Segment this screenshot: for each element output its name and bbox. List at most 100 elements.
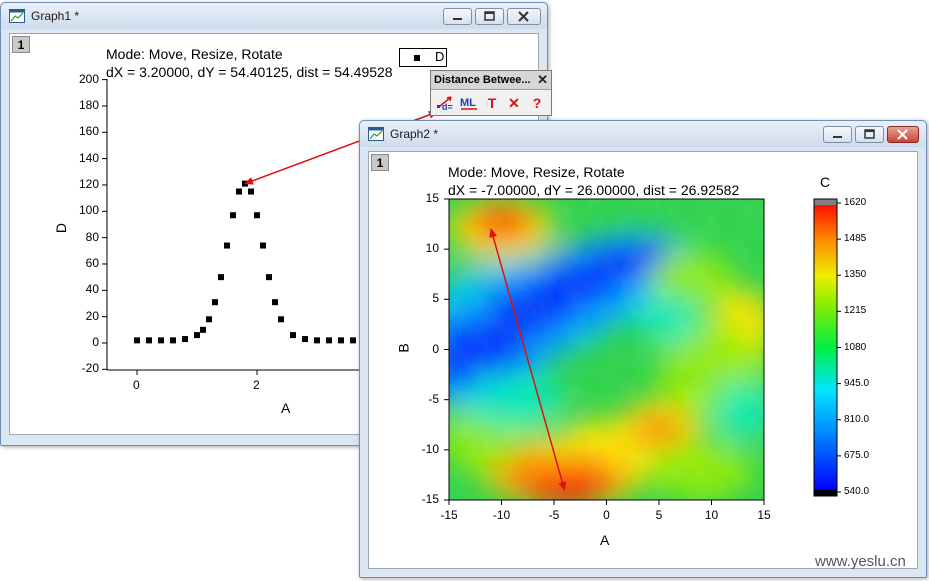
restore-icon: [864, 129, 875, 139]
graph1-restore-button[interactable]: [475, 8, 504, 25]
data-point: [134, 337, 140, 344]
ml-text: ML: [460, 97, 476, 109]
colorbar-tick-label: 810.0: [844, 413, 870, 425]
graph2-title: Graph2 *: [390, 127, 439, 141]
data-point: [326, 337, 332, 344]
heatmap-surface: [449, 199, 764, 500]
graph1-y-tick-label: 100: [78, 203, 99, 218]
colorbar-tick-label: 540.0: [844, 486, 870, 497]
colorbar-title: C: [820, 174, 831, 190]
help-tool-button[interactable]: ?: [526, 93, 548, 113]
data-point: [146, 337, 152, 344]
colorbar-tick-label: 675.0: [844, 449, 870, 461]
minimize-icon: [833, 136, 842, 138]
data-point: [200, 326, 206, 333]
toolbar-close-icon[interactable]: ✕: [537, 72, 548, 88]
data-point: [260, 242, 266, 249]
data-point: [194, 332, 200, 339]
data-point: [230, 212, 236, 219]
graph1-y-tick-label: 140: [78, 150, 99, 165]
graph1-y-tick-label: 60: [85, 255, 99, 270]
watermark: www.yeslu.cn: [815, 553, 906, 570]
ml-icon: ML: [460, 97, 477, 110]
graph1-close-button[interactable]: [507, 8, 541, 25]
data-point: [182, 336, 188, 343]
data-point: [170, 337, 176, 344]
graph1-y-axis-title: D: [53, 222, 70, 234]
graph1-title: Graph1 *: [31, 9, 80, 23]
colorbar-tick-label: 945.0: [844, 377, 870, 389]
graph2-close-button[interactable]: [887, 126, 919, 143]
close-icon: [897, 129, 908, 140]
graph2-restore-button[interactable]: [855, 126, 884, 143]
data-point: [254, 212, 260, 219]
restore-icon: [484, 11, 495, 21]
close-icon: [518, 11, 529, 22]
graph2-minimize-button[interactable]: [823, 126, 852, 143]
graph1-x-axis-title: A: [281, 400, 291, 416]
graph1-titlebar[interactable]: Graph1 *: [1, 3, 547, 29]
colorbar-tick-label: 1485: [844, 233, 867, 245]
graph-window-icon: [9, 9, 25, 23]
graph1-x-tick-label: 0: [133, 378, 140, 392]
data-point: [212, 299, 218, 306]
graph2-y-tick-label: 15: [425, 191, 439, 205]
data-point: [338, 337, 344, 344]
distance-toolbar-titlebar[interactable]: Distance Betwee... ✕: [431, 71, 551, 90]
graph-window-icon: [368, 127, 384, 141]
text-tool-button[interactable]: T: [481, 93, 503, 113]
distance-toolbar[interactable]: Distance Betwee... ✕ d= ML T ✕ ?: [430, 70, 552, 116]
data-point: [302, 336, 308, 343]
distance-toolbar-title: Distance Betwee...: [434, 74, 531, 86]
graph2-x-tick-label: 0: [603, 508, 610, 522]
colorbar-tick-label: 1350: [844, 269, 867, 281]
graph2-page[interactable]: 1 Mode: Move, Resize, Rotate dX = -7.000…: [368, 151, 918, 569]
svg-text:d=: d=: [442, 102, 453, 111]
data-point: [248, 188, 254, 195]
graph1-y-tick-label: -20: [81, 361, 99, 376]
colorbar-over-swatch: [814, 199, 837, 205]
data-point: [272, 299, 278, 306]
graph1-y-tick-label: 40: [85, 282, 99, 297]
colorbar-tick-label: 1080: [844, 341, 867, 353]
colorbar-tick-label: 1620: [844, 197, 867, 208]
graph1-y-tick-label: 0: [92, 335, 99, 349]
minimize-icon: [453, 18, 462, 20]
graph2-y-tick-label: -15: [421, 492, 439, 506]
graph2-titlebar[interactable]: Graph2 *: [360, 121, 926, 147]
graph1-x-tick-label: 2: [253, 378, 260, 392]
data-point: [278, 316, 284, 323]
data-point: [224, 242, 230, 249]
graph1-y-tick-label: 200: [78, 71, 99, 86]
data-point: [266, 274, 272, 281]
graph2-x-axis-title: A: [600, 532, 610, 548]
colorbar-tick-label: 1215: [844, 305, 867, 317]
graph2-window[interactable]: Graph2 * 1 Mode: Move, Resize, Rotate dX…: [359, 120, 927, 578]
colorbar-gradient: [814, 205, 837, 490]
ml-tool-button[interactable]: ML: [458, 93, 480, 113]
graph2-x-tick-label: -10: [492, 508, 511, 522]
graph2-y-tick-label: -10: [421, 441, 439, 456]
graph1-y-tick-label: 20: [85, 308, 99, 323]
graph1-y-tick-label: 120: [78, 176, 99, 191]
graph2-y-axis-title: B: [395, 343, 412, 353]
graph2-x-tick-label: -15: [440, 508, 458, 522]
graph2-x-tick-label: 15: [757, 508, 771, 522]
graph2-y-tick-label: 10: [425, 241, 439, 256]
distance-tool-button[interactable]: d=: [435, 93, 457, 113]
ruler-arrow-icon: d=: [437, 96, 453, 112]
data-point: [158, 337, 164, 344]
graph2-y-tick-label: 5: [432, 291, 439, 306]
data-point: [218, 274, 224, 281]
graph1-minimize-button[interactable]: [443, 8, 472, 25]
colorbar-under-swatch: [814, 490, 837, 496]
graph1-y-tick-label: 180: [78, 97, 99, 112]
graph2-x-tick-label: 5: [655, 508, 663, 522]
data-point: [236, 188, 242, 195]
graph1-y-tick-label: 160: [78, 124, 99, 139]
delete-tool-button[interactable]: ✕: [503, 93, 525, 113]
data-point: [314, 337, 320, 344]
graph2-x-tick-label: -5: [548, 508, 560, 522]
heatmap-texture: [449, 199, 764, 500]
data-point: [290, 332, 296, 339]
